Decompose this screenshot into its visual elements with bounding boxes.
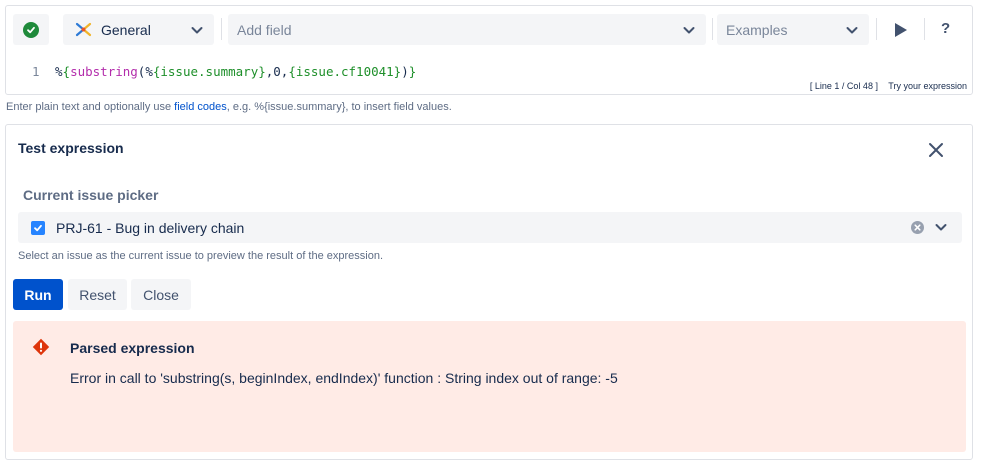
editor-toolbar: General Add field Examples ? — [6, 6, 972, 54]
close-button[interactable]: Close — [131, 279, 191, 310]
error-message: Error in call to 'substring(s, beginInde… — [70, 370, 618, 386]
editor-status: [ Line 1 / Col 48 ] Try your expression — [810, 81, 967, 91]
reset-button[interactable]: Reset — [68, 279, 127, 310]
category-select[interactable]: General — [63, 14, 214, 45]
chevron-down-icon — [846, 27, 858, 34]
chevron-down-icon — [683, 27, 695, 34]
hint-text-before: Enter plain text and optionally use — [6, 101, 175, 113]
issue-picker[interactable]: PRJ-61 - Bug in delivery chain — [18, 212, 962, 243]
error-title: Parsed expression — [70, 340, 195, 356]
expression-editor-card: General Add field Examples ? 1 %{substri… — [5, 5, 973, 95]
code-token: { — [62, 64, 71, 79]
add-field-select[interactable]: Add field — [228, 14, 706, 45]
toolbar-divider — [221, 18, 222, 40]
run-button[interactable]: Run — [13, 279, 63, 310]
try-expression-link[interactable]: Try your expression — [888, 81, 967, 91]
expression-code[interactable]: %{substring(%{issue.summary},0,{issue.cf… — [55, 62, 416, 82]
check-circle-icon — [23, 21, 39, 38]
toolbar-divider — [712, 18, 713, 40]
code-token: % — [145, 64, 153, 79]
code-token: {issue.cf10041} — [288, 64, 402, 79]
cursor-position: [ Line 1 / Col 48 ] — [809, 81, 878, 91]
line-number: 1 — [32, 64, 40, 79]
issue-picker-help: Select an issue as the current issue to … — [18, 250, 384, 262]
play-icon[interactable] — [890, 20, 910, 40]
test-expression-panel: Test expression Current issue picker PRJ… — [5, 124, 973, 460]
error-message-box: Parsed expression Error in call to 'subs… — [13, 321, 966, 452]
hint-text-after: , e.g. %{issue.summary}, to insert field… — [226, 101, 452, 113]
examples-placeholder: Examples — [726, 21, 788, 38]
code-token: ) — [401, 64, 409, 79]
toolbar-divider — [876, 18, 877, 40]
validation-status-button[interactable] — [13, 14, 49, 45]
field-codes-hint: Enter plain text and optionally use fiel… — [6, 101, 452, 113]
code-token: ,0, — [265, 64, 289, 79]
issue-type-checkbox-icon — [31, 221, 45, 235]
code-token: substring — [70, 64, 138, 79]
add-field-placeholder: Add field — [237, 21, 292, 38]
code-token: {issue.summary} — [152, 64, 266, 79]
clear-icon[interactable] — [911, 221, 924, 234]
error-icon — [32, 338, 50, 356]
issue-picker-label: Current issue picker — [23, 187, 159, 203]
chevron-down-icon[interactable] — [934, 220, 948, 234]
code-editor-line[interactable]: 1 %{substring(%{issue.summary},0,{issue.… — [6, 62, 972, 82]
code-token: % — [55, 64, 63, 79]
toolbar-divider — [924, 18, 925, 40]
app-logo-icon — [75, 22, 92, 37]
panel-title: Test expression — [18, 140, 124, 156]
close-icon[interactable] — [927, 141, 945, 159]
category-select-value: General — [101, 21, 151, 38]
examples-select[interactable]: Examples — [717, 14, 869, 45]
issue-picker-value: PRJ-61 - Bug in delivery chain — [56, 220, 245, 236]
field-codes-link[interactable]: field codes — [174, 101, 227, 113]
chevron-down-icon — [191, 27, 203, 34]
code-token: } — [408, 64, 417, 79]
help-button[interactable]: ? — [941, 20, 950, 37]
